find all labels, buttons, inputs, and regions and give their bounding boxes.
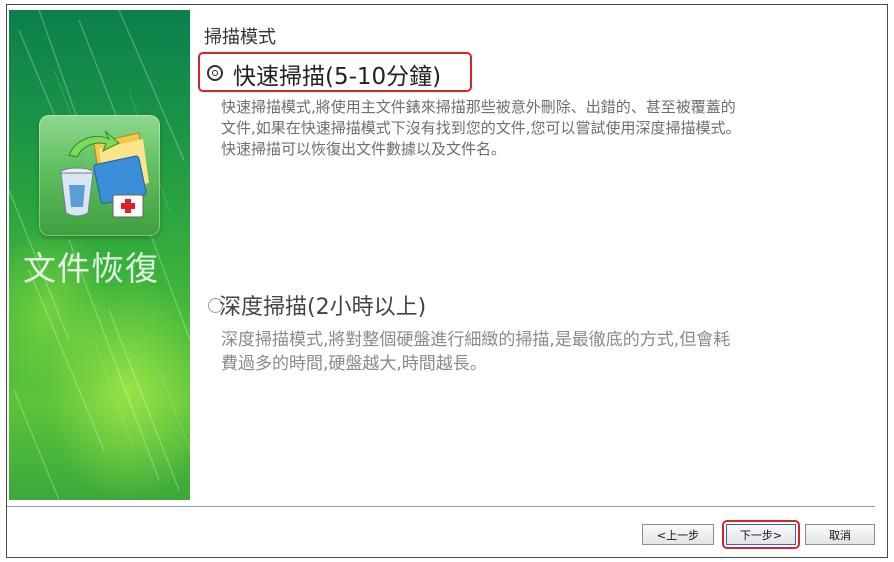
deep-scan-desc-line: 深度掃描模式,將對整個硬盤進行細緻的掃描,是最徹底的方式,但會耗 [221,330,731,350]
deep-scan-label[interactable]: 深度掃描(2小時以上) [219,289,426,321]
side-panel-title: 文件恢復 [23,249,159,288]
deep-scan-desc-line: 費過多的時間,硬盤越大,時間越長。 [221,354,487,374]
recovery-app-icon-tile [39,115,160,236]
quick-scan-description: 快速掃描模式,將使用主文件錶來掃描那些被意外刪除、出錯的、甚至被覆蓋的 文件,如… [221,97,741,160]
footer-divider [7,506,875,507]
radio-selected-icon[interactable] [207,65,223,81]
quick-scan-desc-line: 快速掃描模式,將使用主文件錶來掃描那些被意外刪除、出錯的、甚至被覆蓋的 [221,98,736,116]
deep-scan-description: 深度掃描模式,將對整個硬盤進行細緻的掃描,是最徹底的方式,但會耗 費過多的時間,… [221,328,730,376]
quick-scan-label[interactable]: 快速掃描(5-10分鐘) [233,57,441,91]
back-button[interactable]: <上一步 [642,524,714,545]
quick-scan-desc-line: 快速掃描可以恢復出文件數據以及文件名。 [221,140,507,158]
recycle-bin-folder-recovery-icon [59,130,149,218]
quick-scan-desc-line: 文件,如果在快速掃描模式下沒有找到您的文件,您可以嘗試使用深度掃描模式。 [221,119,741,137]
quick-scan-option[interactable]: 快速掃描(5-10分鐘) [198,52,472,92]
cancel-button[interactable]: 取消 [805,524,875,545]
scan-mode-heading: 掃描模式 [204,27,276,48]
side-panel: 文件恢復 [9,10,190,500]
next-button[interactable]: 下一步> [726,524,796,545]
deep-scan-option[interactable]: 深度掃描(2小時以上) [208,288,468,322]
